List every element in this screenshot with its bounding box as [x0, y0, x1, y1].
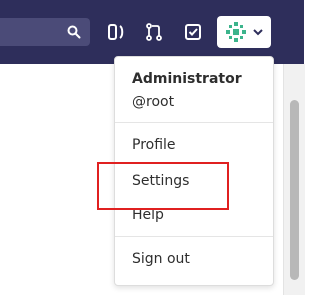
user-username: @root: [132, 94, 175, 110]
top-navbar: [0, 0, 304, 64]
todo-check-icon[interactable]: [183, 22, 203, 42]
git-merge-icon[interactable]: [144, 22, 164, 42]
menu-item-profile[interactable]: Profile: [132, 137, 176, 153]
user-menu-toggle[interactable]: [217, 16, 271, 48]
menu-item-help[interactable]: Help: [132, 207, 164, 223]
menu-divider: [115, 236, 273, 237]
menu-item-sign-out[interactable]: Sign out: [132, 251, 190, 267]
user-display-name: Administrator: [132, 71, 242, 87]
menu-item-settings[interactable]: Settings: [132, 173, 189, 189]
user-dropdown-menu: Administrator @root Profile Settings Hel…: [114, 56, 274, 286]
menu-divider: [115, 122, 273, 123]
scrollbar-thumb[interactable]: [290, 100, 299, 280]
search-input[interactable]: [0, 18, 90, 46]
avatar-icon: [225, 21, 247, 43]
chevron-down-icon: [253, 29, 263, 36]
scrollbar[interactable]: [283, 64, 305, 295]
merge-request-icon[interactable]: [106, 22, 126, 42]
search-icon: [67, 25, 81, 39]
